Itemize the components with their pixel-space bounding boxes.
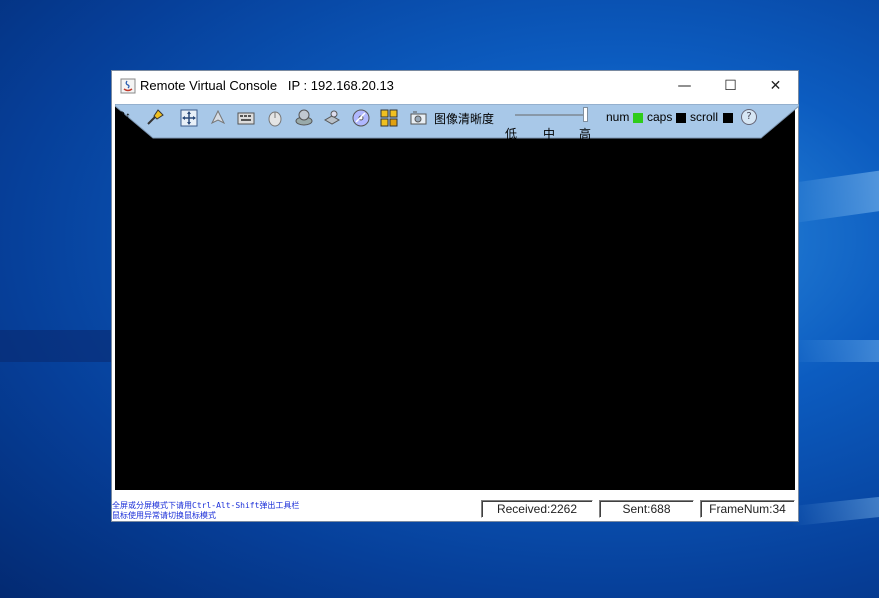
move-icon[interactable] bbox=[179, 108, 199, 128]
desktop-light-beam bbox=[790, 340, 879, 362]
caps-lock-label: caps bbox=[647, 110, 673, 124]
quality-tick-mid: 中 bbox=[543, 127, 556, 141]
pointer-toggle-label[interactable]: P↑ bbox=[117, 109, 131, 123]
scroll-lock-label: scroll bbox=[690, 110, 719, 124]
scroll-lock-indicator bbox=[723, 113, 733, 123]
pin-icon[interactable] bbox=[145, 108, 165, 128]
window-title: Remote Virtual Console IP : 192.168.20.1… bbox=[140, 78, 394, 93]
console-toolbar: P↑ 图像清晰度 低 中 高 num caps scroll ? bbox=[115, 104, 799, 141]
num-lock-indicator bbox=[633, 113, 643, 123]
image-quality-label: 图像清晰度 bbox=[434, 112, 495, 126]
status-bar: 全屏或分屏模式下请用Ctrl-Alt-Shift弹出工具栏 鼠标使用异常请切换鼠… bbox=[112, 495, 798, 521]
received-counter: Received:2262 bbox=[481, 500, 593, 518]
quality-tick-high: 高 bbox=[579, 127, 592, 141]
frame-counter: FrameNum:34 bbox=[700, 500, 795, 518]
console-client-area: P↑ 图像清晰度 低 中 高 num caps scroll ? 全屏或分屏模式… bbox=[112, 101, 799, 521]
remote-console-window: Remote Virtual Console IP : 192.168.20.1… bbox=[111, 70, 799, 522]
quality-slider-track[interactable] bbox=[515, 114, 585, 116]
cd-drive-icon[interactable] bbox=[351, 108, 371, 128]
mouse-icon[interactable] bbox=[265, 108, 285, 128]
minimize-button[interactable]: — bbox=[662, 71, 707, 101]
title-bar[interactable]: Remote Virtual Console IP : 192.168.20.1… bbox=[112, 71, 798, 101]
close-button[interactable]: ✕ bbox=[753, 71, 798, 101]
num-lock-label: num bbox=[606, 110, 630, 124]
quality-slider-handle[interactable] bbox=[583, 107, 588, 122]
sent-counter: Sent:688 bbox=[599, 500, 694, 518]
network-icon[interactable] bbox=[379, 108, 399, 128]
caps-lock-indicator bbox=[676, 113, 686, 123]
keyboard-icon[interactable] bbox=[236, 108, 256, 128]
desktop-light-beam bbox=[0, 330, 112, 362]
floppy-drive-icon[interactable] bbox=[294, 108, 314, 128]
desktop-light-beam bbox=[789, 493, 879, 527]
quality-tick-low: 低 bbox=[505, 127, 518, 141]
mouse-hint-text: 鼠标使用异常请切换鼠标模式 bbox=[112, 511, 216, 520]
java-app-icon bbox=[120, 78, 136, 94]
help-icon[interactable]: ? bbox=[741, 109, 757, 125]
arrow-icon[interactable] bbox=[208, 108, 228, 128]
maximize-button[interactable]: ☐ bbox=[708, 71, 753, 101]
snapshot-icon[interactable] bbox=[409, 108, 429, 128]
hard-drive-icon[interactable] bbox=[322, 108, 342, 128]
remote-screen[interactable]: P↑ 图像清晰度 低 中 高 num caps scroll ? bbox=[115, 104, 799, 490]
